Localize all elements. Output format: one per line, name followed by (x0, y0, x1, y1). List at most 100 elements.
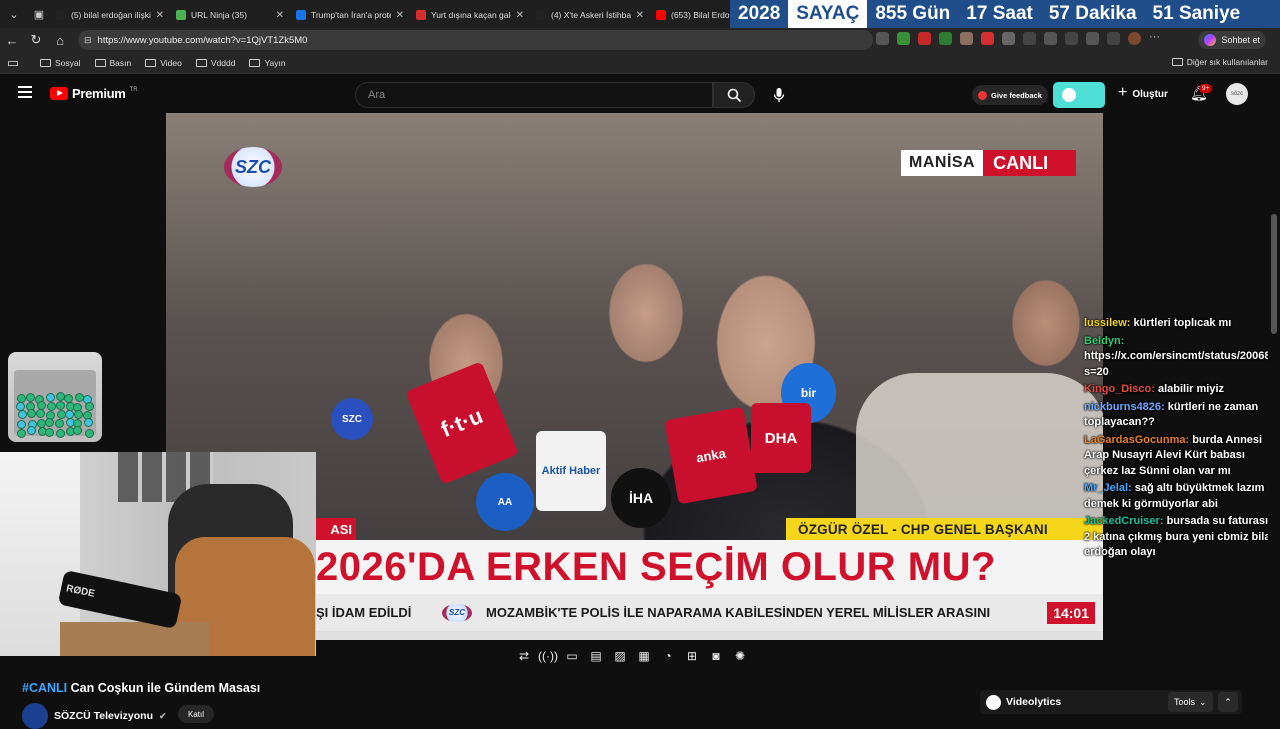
tab-actions-chevron-icon[interactable]: ⌄ (3, 3, 25, 25)
site-info-icon[interactable]: ⊟ (84, 35, 92, 46)
jar-ball (26, 426, 36, 436)
chat-username[interactable]: Beldyn: (1084, 335, 1124, 347)
extension-icon[interactable] (1107, 32, 1120, 45)
chat-username[interactable]: JackedCruiser: (1084, 515, 1164, 527)
extension-icon[interactable] (1023, 32, 1036, 45)
browser-tab[interactable]: Yurt dışına kaçan galeric ✕ (410, 2, 530, 28)
extension-icon[interactable] (876, 32, 889, 45)
x-logo-icon (56, 10, 66, 20)
close-tab-icon[interactable]: ✕ (516, 10, 524, 21)
broadcast-icon[interactable]: ((·)) (538, 648, 558, 664)
videolytics-tools-dropdown[interactable]: Tools ⌄ (1168, 692, 1213, 712)
browser-tab[interactable]: (5) bilal erdoğan ilişkiyi ✕ (50, 2, 170, 28)
extension-icon[interactable] (1086, 32, 1099, 45)
bookmark-folder[interactable]: Vdddd (195, 58, 235, 68)
bookmark-reading-list-icon[interactable]: ▭ (0, 51, 26, 75)
counter-days: 855 Gün (875, 3, 951, 24)
url-field[interactable]: ⊟ https://www.youtube.com/watch?v=1QjVT1… (78, 30, 873, 50)
extension-toggle[interactable] (1053, 82, 1105, 108)
extension-icon[interactable] (981, 32, 994, 45)
bookmarks-bar: ▭ Sosyal Basın Video Vdddd Yayın Diğer sık k… (0, 52, 1280, 74)
logo-text: Premium (72, 86, 126, 101)
add-box-icon[interactable]: ⊞ (684, 648, 700, 664)
chat-username[interactable]: nickburns4826: (1084, 401, 1165, 413)
chat-username[interactable]: Kingo_Disco: (1084, 383, 1155, 395)
videolytics-label: Videolytics (1006, 696, 1062, 708)
page-scrollbar[interactable] (1268, 74, 1280, 720)
back-arrow-icon[interactable]: ← (0, 28, 24, 52)
cinema-icon[interactable]: ▦ (636, 648, 652, 664)
close-tab-icon[interactable]: ✕ (636, 10, 644, 21)
create-button[interactable]: + Oluştur (1118, 84, 1168, 102)
microphone-flag: AA (476, 473, 534, 531)
bookmark-folder[interactable]: Basın (94, 58, 131, 68)
news-icon (296, 10, 306, 20)
browser-tab[interactable]: (4) X'te Askeri İstihbarat ✕ (530, 2, 650, 28)
picture-icon[interactable]: ▨ (612, 648, 628, 664)
loop-icon[interactable]: ⇄ (516, 648, 532, 664)
channel-avatar[interactable] (22, 703, 48, 729)
hamburger-menu-icon[interactable] (18, 86, 32, 98)
tab-workspaces-icon[interactable]: ▣ (28, 3, 50, 25)
browser-tab[interactable]: URL Ninja (35) ✕ (170, 2, 290, 28)
screen-eye-icon[interactable]: ▭ (564, 648, 580, 664)
news-icon (416, 10, 426, 20)
extension-icon[interactable] (1002, 32, 1015, 45)
microphone-flag: f·t·u (405, 361, 519, 485)
account-avatar[interactable]: sözc (1226, 83, 1248, 105)
clapper-icon[interactable]: ▤ (588, 648, 604, 664)
bookmark-folder[interactable]: Video (145, 58, 182, 68)
search-button[interactable] (713, 82, 755, 108)
speaker-name-strip: ÖZGÜR ÖZEL - CHP GENEL BAŞKANI (786, 518, 1103, 540)
logo-country: TR (129, 86, 138, 93)
close-tab-icon[interactable]: ✕ (396, 10, 404, 21)
ticker-prev: ŞI İDAM EDİLDİ (316, 605, 412, 620)
reload-icon[interactable]: ↻ (24, 28, 48, 52)
microphone-icon (773, 88, 785, 102)
chat-message: nickburns4826: kürtleri ne zaman toplaya… (1080, 399, 1280, 432)
speed-gauge-icon[interactable]: ◔ (660, 648, 676, 664)
extension-icon[interactable] (918, 32, 931, 45)
search-input[interactable]: Ara (355, 82, 713, 108)
browser-tab[interactable]: Trump'tan İran'a protest ✕ (290, 2, 410, 28)
home-icon[interactable]: ⌂ (48, 28, 72, 52)
jar-ball (44, 428, 54, 438)
voice-search-button[interactable] (768, 82, 790, 108)
extension-icon[interactable] (939, 32, 952, 45)
chat-username[interactable]: lussilew: (1084, 317, 1130, 329)
chevron-up-icon[interactable]: ⌃ (1218, 692, 1238, 712)
live-city: MANİSA (901, 150, 984, 176)
scrollbar-thumb[interactable] (1271, 214, 1277, 334)
folder-icon (195, 59, 207, 67)
extension-icon[interactable] (960, 32, 973, 45)
more-menu-icon[interactable]: ··· (1149, 32, 1162, 45)
chat-username[interactable]: LaGardasGocunma: (1084, 434, 1189, 446)
settings-gear-icon[interactable]: ✺ (732, 648, 748, 664)
ticker-logo: SZC (442, 603, 472, 622)
chat-text: alabilir miyiz (1157, 383, 1224, 395)
screenshot-camera-icon[interactable]: ◙ (708, 648, 724, 664)
counter-label: SAYAÇ (788, 0, 868, 28)
give-feedback-button[interactable]: Give feedback (972, 85, 1048, 105)
chat-username[interactable]: Mr_Jelal: (1084, 482, 1132, 494)
extension-icon[interactable] (1044, 32, 1057, 45)
copilot-chat-button[interactable]: Sohbet et (1198, 31, 1266, 49)
channel-row: SÖZCÜ Televizyonu ✔ (22, 703, 167, 729)
jar-ball (44, 418, 54, 428)
close-tab-icon[interactable]: ✕ (276, 10, 284, 21)
other-bookmarks-folder[interactable]: Diğer sık kullanılanlar (1171, 57, 1268, 67)
youtube-premium-logo[interactable]: Premium TR (50, 86, 138, 101)
close-tab-icon[interactable]: ✕ (156, 10, 164, 21)
chevron-down-icon: ⌄ (1199, 696, 1207, 707)
channel-watermark: SZC (224, 147, 282, 187)
profile-avatar-icon[interactable] (1128, 32, 1141, 45)
title-hashtag[interactable]: #CANLI (22, 681, 67, 695)
extension-icon[interactable] (897, 32, 910, 45)
join-button[interactable]: Katıl (178, 705, 215, 723)
favorites-star-icon[interactable] (1065, 32, 1078, 45)
bookmark-folder[interactable]: Sosyal (40, 58, 81, 68)
channel-name[interactable]: SÖZCÜ Televizyonu (54, 710, 153, 722)
jar-ball (27, 409, 37, 419)
microphone-flag: Aktif Haber (536, 431, 606, 511)
bookmark-folder[interactable]: Yayın (249, 58, 286, 68)
